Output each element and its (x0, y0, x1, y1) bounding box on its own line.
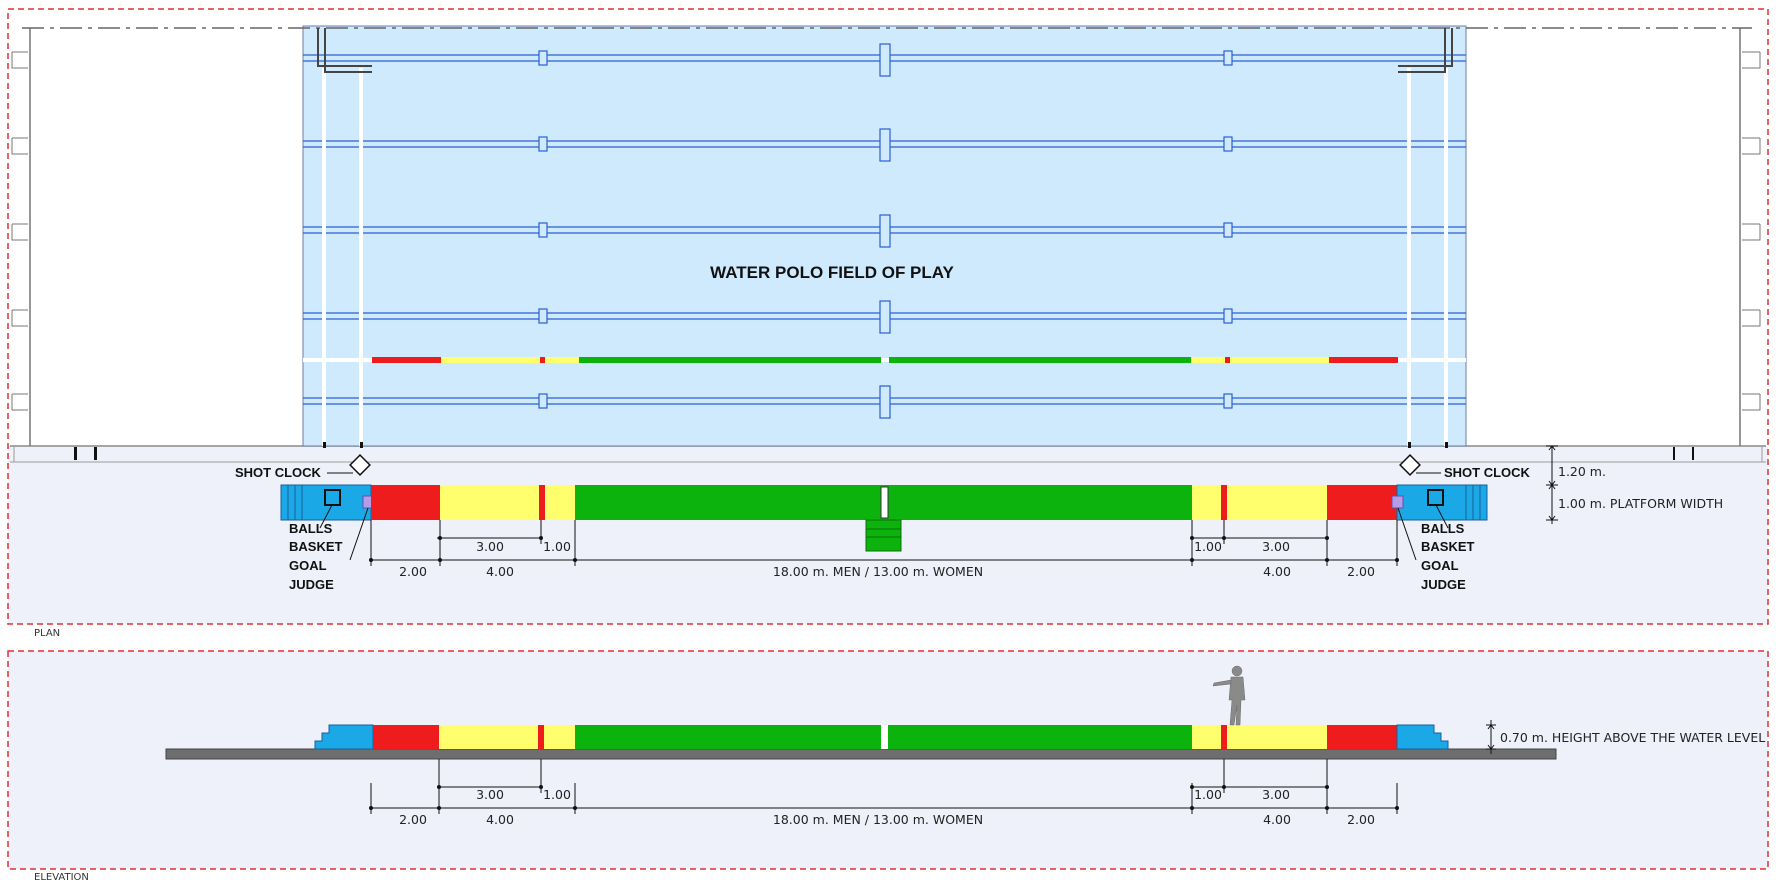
zone-red-mark-right (1221, 485, 1227, 520)
center-mark (880, 486, 889, 519)
center-steps-icon (865, 519, 902, 552)
plan-dim-2m-right: 2.00 (1347, 564, 1375, 579)
plan-caption: PLAN (34, 628, 60, 639)
elevation-view: 0.70 m. HEIGHT ABOVE THE WATER LEVEL 3.0… (7, 650, 1769, 882)
elev-dim-2m-left: 2.00 (399, 812, 427, 827)
plan-dim-2m-left: 2.00 (399, 564, 427, 579)
plan-dim-1m-left: 1.00 (543, 539, 571, 554)
zone-red-right-elev (1327, 725, 1397, 749)
goal-judge-right-icon (1391, 495, 1404, 509)
zone-yellow-right-inner-elev (1192, 725, 1221, 749)
height-note-label: 0.70 m. HEIGHT ABOVE THE WATER LEVEL (1500, 730, 1765, 745)
elev-dim-2m-right: 2.00 (1347, 812, 1375, 827)
elevation-background (8, 651, 1768, 869)
water-level-bar (165, 748, 1557, 760)
field-title: WATER POLO FIELD OF PLAY (710, 263, 954, 282)
platform-elevation (314, 724, 1449, 750)
zone-yellow-left (440, 485, 539, 520)
elev-dim-1m-right: 1.00 (1194, 787, 1222, 802)
plan-dim-3m-left: 3.00 (476, 539, 504, 554)
zone-yellow-left-elev (439, 725, 538, 749)
zone-yellow-right-elev (1227, 725, 1327, 749)
plan-dim-3m-right: 3.00 (1262, 539, 1290, 554)
plan-view: WATER POLO FIELD OF PLAY SHOT CLOCK SHOT… (7, 8, 1769, 639)
balls-label-left: BALLS (289, 521, 333, 536)
zone-yellow-left-inner (545, 485, 575, 520)
judge-label-left: JUDGE (289, 577, 334, 592)
zone-yellow-right (1227, 485, 1327, 520)
plan-dim-4m-right: 4.00 (1263, 564, 1291, 579)
goal-label-left: GOAL (289, 558, 327, 573)
zone-yellow-right-inner (1192, 485, 1221, 520)
basket-label-right: BASKET (1421, 539, 1475, 554)
water-polo-layout-drawing: WATER POLO FIELD OF PLAY SHOT CLOCK SHOT… (7, 8, 1769, 882)
plan-dim-1m-right: 1.00 (1194, 539, 1222, 554)
balls-label-right: BALLS (1421, 521, 1465, 536)
basket-label-left: BASKET (289, 539, 343, 554)
elevation-caption: ELEVATION (34, 872, 89, 882)
elev-dim-1m-left: 1.00 (543, 787, 571, 802)
plan-dim-4m-left: 4.00 (486, 564, 514, 579)
elev-dim-4m-right: 4.00 (1263, 812, 1291, 827)
elev-dim-3m-left: 3.00 (476, 787, 504, 802)
zone-yellow-left-inner-elev (544, 725, 575, 749)
shot-clock-left-label: SHOT CLOCK (235, 465, 322, 480)
zone-red-left (371, 485, 440, 520)
zone-red-right (1327, 485, 1397, 520)
judge-label-right: JUDGE (1421, 577, 1466, 592)
goal-label-right: GOAL (1421, 558, 1459, 573)
zone-red-mark-left-elev (538, 725, 544, 749)
zone-red-left-elev (373, 725, 439, 749)
elev-dim-4m-left: 4.00 (486, 812, 514, 827)
zone-red-mark-right-elev (1221, 725, 1227, 749)
shot-clock-right-label: SHOT CLOCK (1444, 465, 1531, 480)
elev-dim-3m-right: 3.00 (1262, 787, 1290, 802)
center-mark-elev (881, 725, 888, 749)
zone-red-mark-left (539, 485, 545, 520)
platform-width-label: 1.00 m. PLATFORM WIDTH (1558, 496, 1723, 511)
elev-dim-field-length: 18.00 m. MEN / 13.00 m. WOMEN (773, 812, 983, 827)
plan-dim-field-length: 18.00 m. MEN / 13.00 m. WOMEN (773, 564, 983, 579)
platform-offset-label: 1.20 m. (1558, 464, 1606, 479)
